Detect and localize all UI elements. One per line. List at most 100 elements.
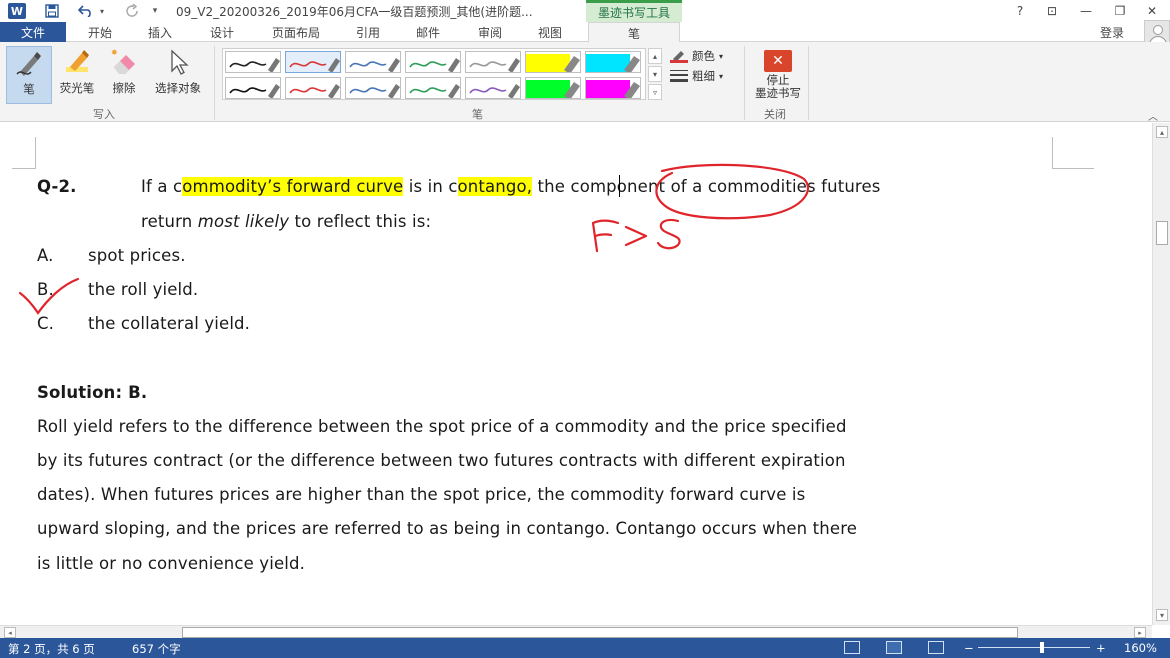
pen-tool-button[interactable]: 笔 [6, 46, 52, 104]
select-objects-button[interactable]: 选择对象 [148, 46, 208, 104]
pen-color-dropdown[interactable]: 颜色 ▾ [670, 47, 723, 65]
pen-style-swatch[interactable] [585, 77, 641, 99]
option-a-text: spot prices. [88, 246, 186, 265]
pen-style-swatch[interactable] [405, 77, 461, 99]
ink-letter-f [591, 219, 620, 253]
pen-style-swatch[interactable] [405, 51, 461, 73]
vertical-scroll-thumb[interactable] [1156, 221, 1168, 245]
highlight-contango: ontango, [457, 177, 533, 196]
ribbon-separator [808, 46, 809, 120]
undo-dropdown-icon[interactable]: ▾ [98, 3, 106, 19]
collapse-ribbon-icon[interactable]: ︿ [1148, 108, 1158, 123]
pen-style-swatch[interactable] [285, 77, 341, 99]
eraser-tool-button[interactable]: ✸ 擦除 [104, 46, 144, 104]
eraser-label: 擦除 [112, 81, 136, 95]
highlighter-tool-button[interactable]: 荧光笔 [54, 46, 100, 104]
ink-annotations [18, 163, 809, 315]
word-logo-icon[interactable]: W [8, 3, 26, 19]
margin-corner-mark [1052, 137, 1094, 169]
pen-style-swatch[interactable] [585, 51, 641, 73]
chevron-down-icon: ▾ [719, 71, 724, 81]
pen-style-gallery [222, 48, 646, 100]
help-button[interactable]: ? [1008, 2, 1032, 20]
group-label-write: 写入 [93, 108, 115, 121]
vertical-scrollbar[interactable]: ▴ ▾ [1152, 123, 1170, 625]
pen-color-icon [670, 49, 688, 63]
minimize-button[interactable]: — [1074, 2, 1098, 20]
highlighter-label: 荧光笔 [59, 81, 95, 95]
pen-style-swatch[interactable] [465, 77, 521, 99]
cursor-arrow-icon [161, 46, 195, 78]
close-button[interactable]: ✕ [1140, 2, 1164, 20]
page-count[interactable]: 第 2 页，共 6 页 [8, 641, 95, 657]
tab-design[interactable]: 设计 [196, 22, 248, 42]
pen-thickness-dropdown[interactable]: 粗细 ▾ [670, 67, 723, 85]
zoom-out-button[interactable]: − [964, 641, 974, 655]
tab-references[interactable]: 引用 [342, 22, 394, 42]
maximize-button[interactable]: ❐ [1108, 2, 1132, 20]
tab-page-layout[interactable]: 页面布局 [262, 22, 330, 42]
solution-line: Roll yield refers to the difference betw… [37, 417, 847, 436]
pen-style-swatch[interactable] [225, 51, 281, 73]
read-mode-icon[interactable] [844, 641, 860, 654]
title-bar: W ▾ ▾ 09_V2_20200326_2019年06月CFA一级百题预测_其… [0, 0, 1170, 22]
ribbon-display-options-button[interactable]: ⊡ [1040, 2, 1064, 20]
pen-style-swatch[interactable] [345, 77, 401, 99]
pen-style-swatch[interactable] [285, 51, 341, 73]
scroll-down-icon[interactable]: ▾ [1156, 609, 1168, 621]
tab-home[interactable]: 开始 [74, 22, 126, 42]
ink-letter-s [656, 218, 681, 250]
zoom-slider-track[interactable] [978, 647, 1090, 648]
solution-line: is little or no convenience yield. [37, 554, 305, 573]
pen-style-swatch[interactable] [525, 77, 581, 99]
tab-file[interactable]: 文件 [0, 22, 66, 42]
ribbon-pen-tools: 笔 荧光笔 ✸ 擦除 选择对象 写入 ▴ ▾ ▿ 笔 颜色 ▾ 粗细 ▾ ✕ 停… [0, 42, 1170, 123]
undo-icon[interactable] [78, 3, 94, 19]
text-caret [619, 175, 620, 197]
option-c-label: C. [37, 314, 55, 333]
group-label-pen: 笔 [472, 108, 483, 121]
pen-style-swatch[interactable] [525, 51, 581, 73]
ribbon-tabs: 文件 开始 插入 设计 页面布局 引用 邮件 审阅 视图 笔 登录 [0, 22, 1170, 43]
gallery-up-icon[interactable]: ▴ [648, 48, 662, 64]
ink-tools-context-title: 墨迹书写工具 [586, 0, 682, 22]
pen-style-swatch[interactable] [345, 51, 401, 73]
tab-view[interactable]: 视图 [524, 22, 576, 42]
scroll-right-icon[interactable]: ▸ [1134, 627, 1146, 638]
highlight-forward-curve: ommodity’s forward curve [182, 177, 404, 196]
tab-pen[interactable]: 笔 [588, 22, 680, 43]
svg-text:✸: ✸ [111, 48, 118, 57]
word-count[interactable]: 657 个字 [132, 641, 181, 657]
option-b-label: B. [37, 280, 54, 299]
margin-corner-mark [12, 137, 36, 169]
horizontal-scroll-thumb[interactable] [182, 627, 1018, 638]
solution-line: upward sloping, and the prices are refer… [37, 519, 858, 538]
document-canvas[interactable]: Q-2. If a commodity’s forward curve is i… [0, 123, 1152, 625]
sign-in-link[interactable]: 登录 [1100, 24, 1124, 41]
print-layout-icon[interactable] [886, 641, 902, 654]
redo-icon[interactable] [124, 3, 140, 19]
gallery-down-icon[interactable]: ▾ [648, 66, 662, 82]
status-bar: 第 2 页，共 6 页 657 个字 − + 160% [0, 638, 1170, 658]
pen-style-swatch[interactable] [225, 77, 281, 99]
stop-inking-button[interactable]: ✕ 停止 墨迹书写 [750, 46, 806, 104]
pen-style-swatch[interactable] [465, 51, 521, 73]
chevron-down-icon: ▾ [719, 51, 724, 61]
eraser-icon: ✸ [107, 46, 141, 78]
scroll-up-icon[interactable]: ▴ [1156, 126, 1168, 138]
gallery-expand-icon[interactable]: ▿ [648, 84, 662, 100]
tab-review[interactable]: 审阅 [464, 22, 516, 42]
tab-mailings[interactable]: 邮件 [402, 22, 454, 42]
highlighter-icon [60, 46, 94, 78]
solution-line: by its futures contract (or the differen… [37, 451, 846, 470]
line-thickness-icon [670, 69, 688, 83]
tab-insert[interactable]: 插入 [134, 22, 186, 42]
quick-access-more-icon[interactable]: ▾ [150, 3, 160, 19]
web-layout-icon[interactable] [928, 641, 944, 654]
save-icon[interactable] [44, 3, 60, 19]
zoom-level[interactable]: 160% [1124, 641, 1157, 655]
horizontal-scrollbar[interactable]: ◂ ▸ [0, 625, 1152, 638]
zoom-slider-thumb[interactable] [1040, 642, 1045, 653]
scroll-left-icon[interactable]: ◂ [4, 627, 16, 638]
zoom-in-button[interactable]: + [1096, 641, 1106, 655]
